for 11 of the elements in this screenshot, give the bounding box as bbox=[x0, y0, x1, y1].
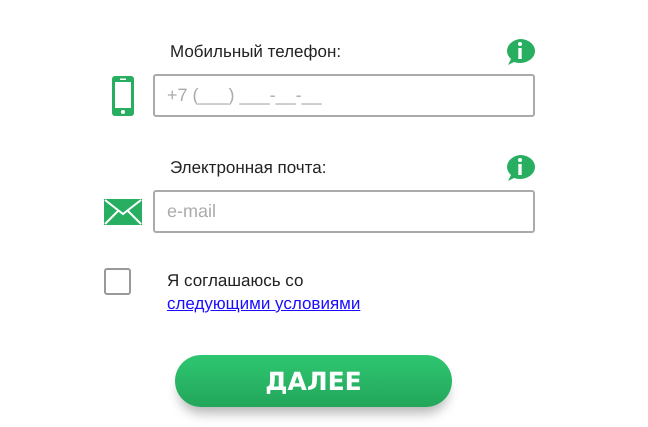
phone-icon bbox=[112, 76, 134, 116]
agree-checkbox[interactable] bbox=[104, 268, 131, 295]
envelope-icon bbox=[104, 198, 142, 224]
field-label: Мобильный телефон: bbox=[170, 42, 342, 62]
email-input-field[interactable]: e-mail bbox=[153, 190, 535, 233]
terms-link[interactable]: следующими условиями bbox=[167, 292, 360, 315]
info-icon[interactable] bbox=[505, 155, 535, 181]
field-label: Электронная почта: bbox=[170, 158, 326, 178]
phone-input-field[interactable]: +7 (___) ___-__-__ bbox=[153, 74, 535, 117]
info-icon[interactable] bbox=[505, 39, 535, 65]
agreement-text: Я соглашаюсь со bbox=[167, 270, 304, 292]
